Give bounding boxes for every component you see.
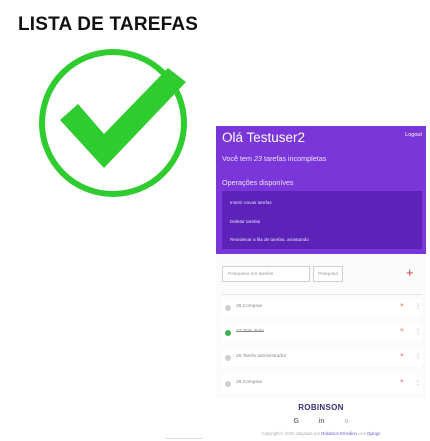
operation-delete[interactable]: Deletar tarefas <box>230 219 260 224</box>
delete-icon[interactable]: × <box>400 303 404 309</box>
app-preview: Olá Testuser2 Logout Você tem 23 tarefas… <box>216 126 426 441</box>
social-links: G in ○ <box>216 418 426 425</box>
task-name: 28 Tarefa administrador <box>236 354 287 359</box>
footer-name: ROBINSON <box>298 403 344 412</box>
check-mark-icon <box>38 48 188 198</box>
google-icon[interactable]: G <box>293 418 298 425</box>
more-icon[interactable]: ⋮ <box>415 379 421 386</box>
operations-heading: Operações disponíves <box>222 178 294 187</box>
status-dot-icon[interactable] <box>225 355 231 361</box>
add-task-button[interactable]: + <box>406 265 414 280</box>
incomplete-summary: Você tem 23 tarefas incompletas <box>222 154 326 163</box>
task-row[interactable]: 28 Tarefa administrador × ⋮ <box>222 349 422 366</box>
status-dot-done-icon[interactable] <box>225 330 231 336</box>
footer: ROBINSON G in ○ Copyright © 2022 adaptad… <box>216 398 426 441</box>
subtitle-prefix: Você tem <box>222 154 254 163</box>
operation-reorder[interactable]: Reordenar a fila de tarefas, arrastando <box>230 237 309 242</box>
delete-icon[interactable]: × <box>400 353 404 359</box>
subtitle-suffix: tarefas incompletas <box>261 154 327 163</box>
delete-icon[interactable]: × <box>400 328 404 334</box>
linkedin-icon[interactable]: in <box>319 418 324 425</box>
operations-panel: Inserir novas tarefas Deletar tarefas Re… <box>222 191 422 249</box>
django-link[interactable]: Django <box>367 431 380 436</box>
page-title: LISTA DE TAREFAS <box>18 14 199 35</box>
logout-link[interactable]: Logout <box>405 132 422 138</box>
task-name: 29 Compras <box>236 380 263 385</box>
status-dot-icon[interactable] <box>225 381 231 387</box>
divider <box>166 438 202 439</box>
github-icon[interactable]: ○ <box>344 418 348 425</box>
task-name: 27 Task Todo <box>236 329 265 334</box>
divider <box>222 294 422 295</box>
more-icon[interactable]: ⋮ <box>415 353 421 360</box>
task-row[interactable]: 27 Task Todo × ⋮ <box>222 324 422 341</box>
search-input[interactable]: Pesquisar em tarefas <box>222 266 310 282</box>
author-link[interactable]: Robinson Ernedino <box>321 431 357 436</box>
copyright-prefix: Copyright © 2022 adaptado por <box>261 431 322 436</box>
operation-insert[interactable]: Inserir novas tarefas <box>230 200 272 205</box>
greeting: Olá Testuser2 <box>222 130 306 145</box>
more-icon[interactable]: ⋮ <box>415 303 421 310</box>
app-header: Olá Testuser2 Logout Você tem 23 tarefas… <box>216 126 426 254</box>
copyright: Copyright © 2022 adaptado por Robinson E… <box>216 431 426 436</box>
incomplete-count: 23 <box>253 154 262 163</box>
task-row[interactable]: 26 Compras × ⋮ <box>222 299 422 316</box>
task-row[interactable]: 29 Compras × ⋮ <box>222 375 422 392</box>
delete-icon[interactable]: × <box>400 379 404 385</box>
task-name: 26 Compras <box>236 304 263 309</box>
status-dot-icon[interactable] <box>225 305 231 311</box>
copyright-mid: com <box>356 431 368 436</box>
more-icon[interactable]: ⋮ <box>415 328 421 335</box>
search-button[interactable]: Pesquisa <box>313 266 343 282</box>
